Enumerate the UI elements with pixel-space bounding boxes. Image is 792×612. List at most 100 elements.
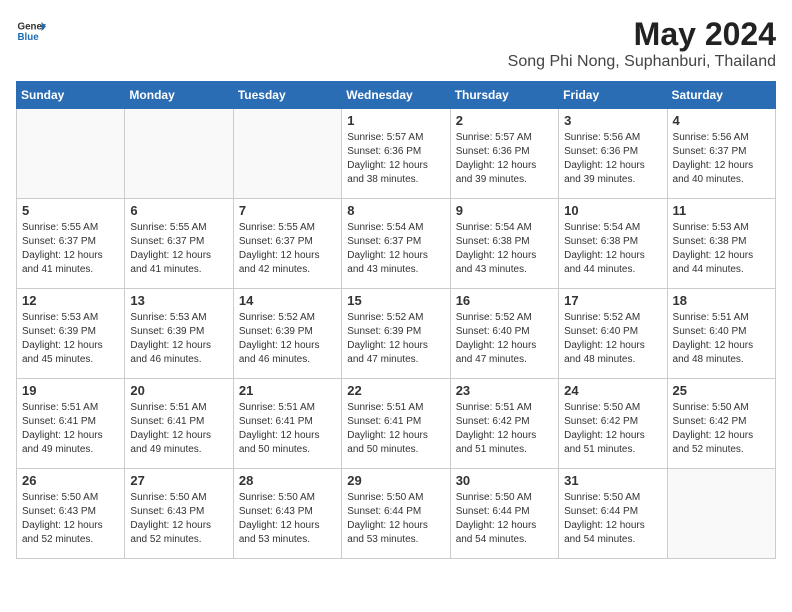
day-info: Sunrise: 5:51 AM Sunset: 6:41 PM Dayligh… xyxy=(347,401,444,457)
day-number: 18 xyxy=(673,293,770,308)
calendar-cell-0-5: 3 Sunrise: 5:56 AM Sunset: 6:36 PM Daylig… xyxy=(559,109,667,199)
calendar-cell-2-1: 13 Sunrise: 5:53 AM Sunset: 6:39 PM Dayli… xyxy=(125,289,233,379)
day-number: 21 xyxy=(239,383,336,398)
calendar-cell-4-5: 31Sunrise: 5:50 AM Sunset: 6:44 PM Dayli… xyxy=(559,469,667,559)
calendar-row-1: 5Sunrise: 5:55 AM Sunset: 6:37 PM Daylig… xyxy=(17,199,776,289)
calendar-cell-2-4: 16 Sunrise: 5:52 AM Sunset: 6:40 PM Dayli… xyxy=(450,289,558,379)
header-monday: Monday xyxy=(125,82,233,109)
day-info: Sunrise: 5:50 AM Sunset: 6:42 PM Dayligh… xyxy=(564,401,661,457)
day-number: 30 xyxy=(456,473,553,488)
calendar-cell-1-3: 8 Sunrise: 5:54 AM Sunset: 6:37 PM Daylig… xyxy=(342,199,450,289)
calendar-cell-4-4: 30Sunrise: 5:50 AM Sunset: 6:44 PM Dayli… xyxy=(450,469,558,559)
day-info: Sunrise: 5:51 AM Sunset: 6:41 PM Dayligh… xyxy=(22,401,119,457)
day-info: Sunrise: 5:50 AM Sunset: 6:42 PM Dayligh… xyxy=(673,401,770,457)
day-info: Sunrise: 5:51 AM Sunset: 6:42 PM Dayligh… xyxy=(456,401,553,457)
day-number: 22 xyxy=(347,383,444,398)
day-number: 16 xyxy=(456,293,553,308)
svg-text:Blue: Blue xyxy=(18,32,40,43)
day-number: 9 xyxy=(456,203,553,218)
logo: General Blue xyxy=(16,16,46,46)
header-friday: Friday xyxy=(559,82,667,109)
calendar-cell-1-6: 11 Sunrise: 5:53 AM Sunset: 6:38 PM Dayli… xyxy=(667,199,775,289)
calendar-row-2: 12 Sunrise: 5:53 AM Sunset: 6:39 PM Dayli… xyxy=(17,289,776,379)
day-number: 25 xyxy=(673,383,770,398)
day-info: Sunrise: 5:50 AM Sunset: 6:43 PM Dayligh… xyxy=(130,491,227,547)
day-number: 2 xyxy=(456,113,553,128)
page-header: General Blue May 2024 Song Phi Nong, Sup… xyxy=(16,16,776,71)
day-info: Sunrise: 5:51 AM Sunset: 6:41 PM Dayligh… xyxy=(130,401,227,457)
calendar-cell-0-1 xyxy=(125,109,233,199)
header-saturday: Saturday xyxy=(667,82,775,109)
day-info: Sunrise: 5:55 AM Sunset: 6:37 PM Dayligh… xyxy=(22,221,119,277)
day-number: 12 xyxy=(22,293,119,308)
day-info: Sunrise: 5:51 AM Sunset: 6:40 PM Dayligh… xyxy=(673,311,770,367)
calendar-table: Sunday Monday Tuesday Wednesday Thursday… xyxy=(16,81,776,559)
day-info: Sunrise: 5:51 AM Sunset: 6:41 PM Dayligh… xyxy=(239,401,336,457)
day-info: Sunrise: 5:53 AM Sunset: 6:38 PM Dayligh… xyxy=(673,221,770,277)
day-number: 10 xyxy=(564,203,661,218)
calendar-cell-3-0: 19 Sunrise: 5:51 AM Sunset: 6:41 PM Dayli… xyxy=(17,379,125,469)
day-info: Sunrise: 5:50 AM Sunset: 6:43 PM Dayligh… xyxy=(239,491,336,547)
header-sunday: Sunday xyxy=(17,82,125,109)
day-info: Sunrise: 5:50 AM Sunset: 6:43 PM Dayligh… xyxy=(22,491,119,547)
day-number: 13 xyxy=(130,293,227,308)
header-thursday: Thursday xyxy=(450,82,558,109)
calendar-row-4: 26Sunrise: 5:50 AM Sunset: 6:43 PM Dayli… xyxy=(17,469,776,559)
day-info: Sunrise: 5:52 AM Sunset: 6:39 PM Dayligh… xyxy=(347,311,444,367)
header-wednesday: Wednesday xyxy=(342,82,450,109)
calendar-cell-2-6: 18 Sunrise: 5:51 AM Sunset: 6:40 PM Dayli… xyxy=(667,289,775,379)
header-tuesday: Tuesday xyxy=(233,82,341,109)
calendar-cell-0-4: 2Sunrise: 5:57 AM Sunset: 6:36 PM Daylig… xyxy=(450,109,558,199)
calendar-cell-0-6: 4Sunrise: 5:56 AM Sunset: 6:37 PM Daylig… xyxy=(667,109,775,199)
weekday-header-row: Sunday Monday Tuesday Wednesday Thursday… xyxy=(17,82,776,109)
day-info: Sunrise: 5:50 AM Sunset: 6:44 PM Dayligh… xyxy=(347,491,444,547)
calendar-cell-0-2 xyxy=(233,109,341,199)
day-info: Sunrise: 5:52 AM Sunset: 6:40 PM Dayligh… xyxy=(564,311,661,367)
calendar-cell-3-5: 24Sunrise: 5:50 AM Sunset: 6:42 PM Dayli… xyxy=(559,379,667,469)
calendar-cell-2-5: 17 Sunrise: 5:52 AM Sunset: 6:40 PM Dayli… xyxy=(559,289,667,379)
day-info: Sunrise: 5:53 AM Sunset: 6:39 PM Dayligh… xyxy=(130,311,227,367)
calendar-cell-4-6 xyxy=(667,469,775,559)
day-number: 3 xyxy=(564,113,661,128)
calendar-cell-1-2: 7Sunrise: 5:55 AM Sunset: 6:37 PM Daylig… xyxy=(233,199,341,289)
calendar-cell-1-0: 5Sunrise: 5:55 AM Sunset: 6:37 PM Daylig… xyxy=(17,199,125,289)
calendar-cell-2-2: 14Sunrise: 5:52 AM Sunset: 6:39 PM Dayli… xyxy=(233,289,341,379)
calendar-cell-3-4: 23Sunrise: 5:51 AM Sunset: 6:42 PM Dayli… xyxy=(450,379,558,469)
calendar-title: May 2024 xyxy=(508,16,776,53)
calendar-cell-2-3: 15Sunrise: 5:52 AM Sunset: 6:39 PM Dayli… xyxy=(342,289,450,379)
calendar-subtitle: Song Phi Nong, Suphanburi, Thailand xyxy=(508,53,776,71)
day-info: Sunrise: 5:55 AM Sunset: 6:37 PM Dayligh… xyxy=(239,221,336,277)
calendar-cell-3-6: 25 Sunrise: 5:50 AM Sunset: 6:42 PM Dayli… xyxy=(667,379,775,469)
day-number: 29 xyxy=(347,473,444,488)
day-info: Sunrise: 5:54 AM Sunset: 6:37 PM Dayligh… xyxy=(347,221,444,277)
day-info: Sunrise: 5:56 AM Sunset: 6:36 PM Dayligh… xyxy=(564,131,661,187)
day-number: 14 xyxy=(239,293,336,308)
day-number: 11 xyxy=(673,203,770,218)
day-info: Sunrise: 5:54 AM Sunset: 6:38 PM Dayligh… xyxy=(456,221,553,277)
calendar-cell-3-2: 21 Sunrise: 5:51 AM Sunset: 6:41 PM Dayli… xyxy=(233,379,341,469)
calendar-cell-4-3: 29 Sunrise: 5:50 AM Sunset: 6:44 PM Dayli… xyxy=(342,469,450,559)
day-number: 19 xyxy=(22,383,119,398)
calendar-cell-3-1: 20 Sunrise: 5:51 AM Sunset: 6:41 PM Dayli… xyxy=(125,379,233,469)
day-info: Sunrise: 5:50 AM Sunset: 6:44 PM Dayligh… xyxy=(564,491,661,547)
day-number: 6 xyxy=(130,203,227,218)
day-info: Sunrise: 5:52 AM Sunset: 6:40 PM Dayligh… xyxy=(456,311,553,367)
day-number: 17 xyxy=(564,293,661,308)
calendar-row-0: 1 Sunrise: 5:57 AM Sunset: 6:36 PM Daylig… xyxy=(17,109,776,199)
calendar-cell-4-0: 26Sunrise: 5:50 AM Sunset: 6:43 PM Dayli… xyxy=(17,469,125,559)
title-area: May 2024 Song Phi Nong, Suphanburi, Thai… xyxy=(508,16,776,71)
day-number: 8 xyxy=(347,203,444,218)
calendar-cell-4-1: 27Sunrise: 5:50 AM Sunset: 6:43 PM Dayli… xyxy=(125,469,233,559)
calendar-cell-3-3: 22 Sunrise: 5:51 AM Sunset: 6:41 PM Dayli… xyxy=(342,379,450,469)
calendar-cell-1-4: 9 Sunrise: 5:54 AM Sunset: 6:38 PM Daylig… xyxy=(450,199,558,289)
day-info: Sunrise: 5:57 AM Sunset: 6:36 PM Dayligh… xyxy=(347,131,444,187)
day-number: 1 xyxy=(347,113,444,128)
calendar-cell-0-3: 1 Sunrise: 5:57 AM Sunset: 6:36 PM Daylig… xyxy=(342,109,450,199)
day-info: Sunrise: 5:54 AM Sunset: 6:38 PM Dayligh… xyxy=(564,221,661,277)
calendar-cell-1-5: 10 Sunrise: 5:54 AM Sunset: 6:38 PM Dayli… xyxy=(559,199,667,289)
calendar-cell-4-2: 28 Sunrise: 5:50 AM Sunset: 6:43 PM Dayli… xyxy=(233,469,341,559)
day-number: 28 xyxy=(239,473,336,488)
calendar-row-3: 19 Sunrise: 5:51 AM Sunset: 6:41 PM Dayli… xyxy=(17,379,776,469)
day-number: 20 xyxy=(130,383,227,398)
day-info: Sunrise: 5:56 AM Sunset: 6:37 PM Dayligh… xyxy=(673,131,770,187)
